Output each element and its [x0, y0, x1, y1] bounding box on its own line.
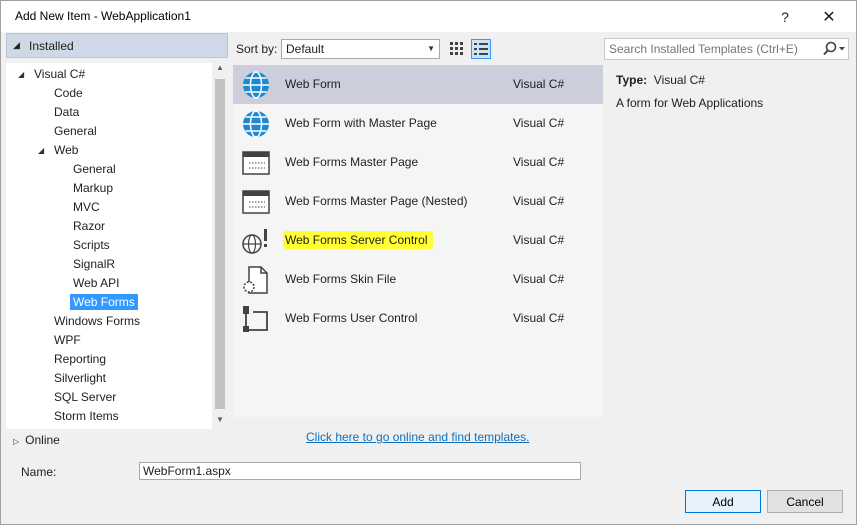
name-label: Name:	[21, 465, 57, 479]
small-icons-view-button[interactable]	[447, 39, 467, 59]
tree-item-web[interactable]: ◢ Web	[38, 141, 78, 160]
list-view-button[interactable]	[471, 39, 491, 59]
template-row-web-forms-master-page-nested[interactable]: Web Forms Master Page (Nested) Visual C#	[233, 182, 603, 221]
installed-header[interactable]: ◢ Installed	[6, 33, 228, 58]
expanded-arrow-icon: ◢	[18, 70, 25, 79]
master-page-icon	[242, 151, 270, 175]
tree-item-data[interactable]: Data	[54, 103, 79, 122]
server-control-icon	[242, 229, 267, 254]
search-input[interactable]	[605, 39, 815, 59]
globe-icon	[243, 110, 269, 138]
template-row-web-form-with-master-page[interactable]: Web Form with Master Page Visual C#	[233, 104, 603, 143]
category-tree: ◢ Visual C# Code Data General ◢ Web Gene…	[6, 63, 228, 429]
template-row-web-forms-server-control[interactable]: Web Forms Server Control Visual C#	[233, 221, 603, 260]
details-type: Type: Visual C#	[616, 73, 705, 87]
add-button[interactable]: Add	[685, 490, 761, 513]
dropdown-arrow-icon: ▼	[427, 44, 435, 53]
template-row-web-form[interactable]: Web Form Visual C#	[233, 65, 603, 104]
scroll-thumb[interactable]	[215, 79, 225, 409]
tree-item-storm-items[interactable]: Storm Items	[54, 407, 119, 426]
tree-item-web-forms[interactable]: Web Forms	[70, 293, 138, 312]
tree-item-web-general[interactable]: General	[73, 160, 116, 179]
tree-item-silverlight[interactable]: Silverlight	[54, 369, 106, 388]
tree-item-reporting[interactable]: Reporting	[54, 350, 106, 369]
skin-file-icon	[243, 266, 268, 294]
user-control-icon	[243, 306, 268, 332]
search-templates-box[interactable]	[604, 38, 849, 60]
template-row-web-forms-skin-file[interactable]: Web Forms Skin File Visual C#	[233, 260, 603, 299]
sort-by-label: Sort by:	[236, 42, 278, 56]
scroll-down-arrow-icon[interactable]: ▼	[212, 415, 228, 429]
tree-item-windows-forms[interactable]: Windows Forms	[54, 312, 140, 331]
tree-item-signalr[interactable]: SignalR	[73, 255, 115, 274]
details-description: A form for Web Applications	[616, 96, 764, 110]
tree-item-web-api[interactable]: Web API	[73, 274, 119, 293]
collapsed-arrow-icon: ▷	[13, 437, 20, 446]
tree-item-markup[interactable]: Markup	[73, 179, 113, 198]
scroll-up-arrow-icon[interactable]: ▲	[212, 63, 228, 77]
name-input[interactable]	[139, 462, 581, 480]
find-templates-online-link[interactable]: Click here to go online and find templat…	[306, 430, 529, 444]
template-row-web-forms-master-page[interactable]: Web Forms Master Page Visual C#	[233, 143, 603, 182]
highlighted-template-name: Web Forms Server Control	[283, 231, 434, 249]
window-title: Add New Item - WebApplication1	[15, 9, 191, 23]
installed-label: Installed	[29, 39, 74, 53]
tree-item-visual-csharp[interactable]: ◢ Visual C#	[18, 65, 85, 84]
tree-item-sql-server[interactable]: SQL Server	[54, 388, 116, 407]
template-list: Web Form Visual C# Web Form with Master …	[233, 65, 603, 417]
online-header[interactable]: ▷ Online	[13, 433, 60, 447]
grid-view-icon	[450, 42, 463, 55]
add-new-item-dialog: Add New Item - WebApplication1 ? ✕ ◢ Ins…	[0, 0, 857, 525]
tree-item-wpf[interactable]: WPF	[54, 331, 81, 350]
tree-item-scripts[interactable]: Scripts	[73, 236, 110, 255]
expanded-arrow-icon: ◢	[13, 40, 20, 50]
expanded-arrow-icon: ◢	[38, 146, 45, 155]
master-page-icon	[242, 190, 270, 214]
tree-item-code[interactable]: Code	[54, 84, 83, 103]
cancel-button[interactable]: Cancel	[767, 490, 843, 513]
tree-item-general[interactable]: General	[54, 122, 97, 141]
tree-item-mvc[interactable]: MVC	[73, 198, 100, 217]
list-view-icon	[474, 43, 488, 55]
sort-by-select[interactable]: Default ▼	[281, 39, 440, 59]
search-icon[interactable]	[821, 41, 847, 57]
tree-item-razor[interactable]: Razor	[73, 217, 105, 236]
title-bar: Add New Item - WebApplication1 ? ✕	[1, 1, 856, 32]
help-button[interactable]: ?	[763, 1, 807, 32]
tree-scrollbar[interactable]: ▲ ▼	[212, 63, 228, 429]
close-button[interactable]: ✕	[807, 1, 851, 32]
template-row-web-forms-user-control[interactable]: Web Forms User Control Visual C#	[233, 299, 603, 338]
globe-icon	[243, 71, 269, 99]
